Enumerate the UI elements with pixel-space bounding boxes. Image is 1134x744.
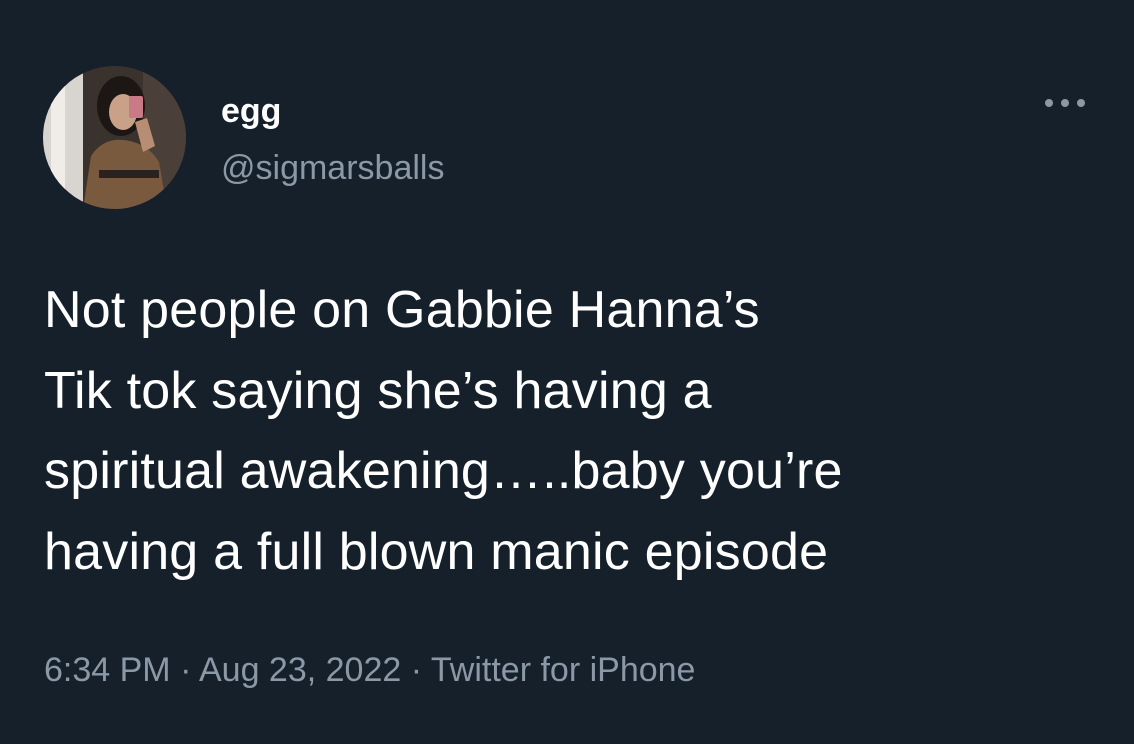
more-horizontal-icon — [1045, 99, 1085, 107]
meta-separator: · — [180, 651, 199, 689]
more-button[interactable] — [1040, 88, 1090, 118]
author-handle[interactable]: @sigmarsballs — [221, 148, 444, 188]
tweet-meta: 6:34 PM · Aug 23, 2022 · Twitter for iPh… — [44, 648, 695, 692]
tweet: egg @sigmarsballs Not people on Gabbie H… — [0, 0, 1134, 744]
avatar-photo — [43, 66, 186, 209]
separator-dot: · — [180, 651, 192, 689]
avatar[interactable] — [43, 66, 186, 209]
tweet-date[interactable]: Aug 23, 2022 — [199, 651, 401, 689]
tweet-time[interactable]: 6:34 PM — [44, 651, 171, 689]
tweet-text: Not people on Gabbie Hanna’s Tik tok say… — [44, 281, 843, 581]
author-name[interactable]: egg — [221, 91, 281, 131]
tweet-source[interactable]: Twitter for iPhone — [431, 651, 696, 689]
meta-separator: · — [411, 651, 431, 689]
separator-dot: · — [410, 651, 423, 689]
